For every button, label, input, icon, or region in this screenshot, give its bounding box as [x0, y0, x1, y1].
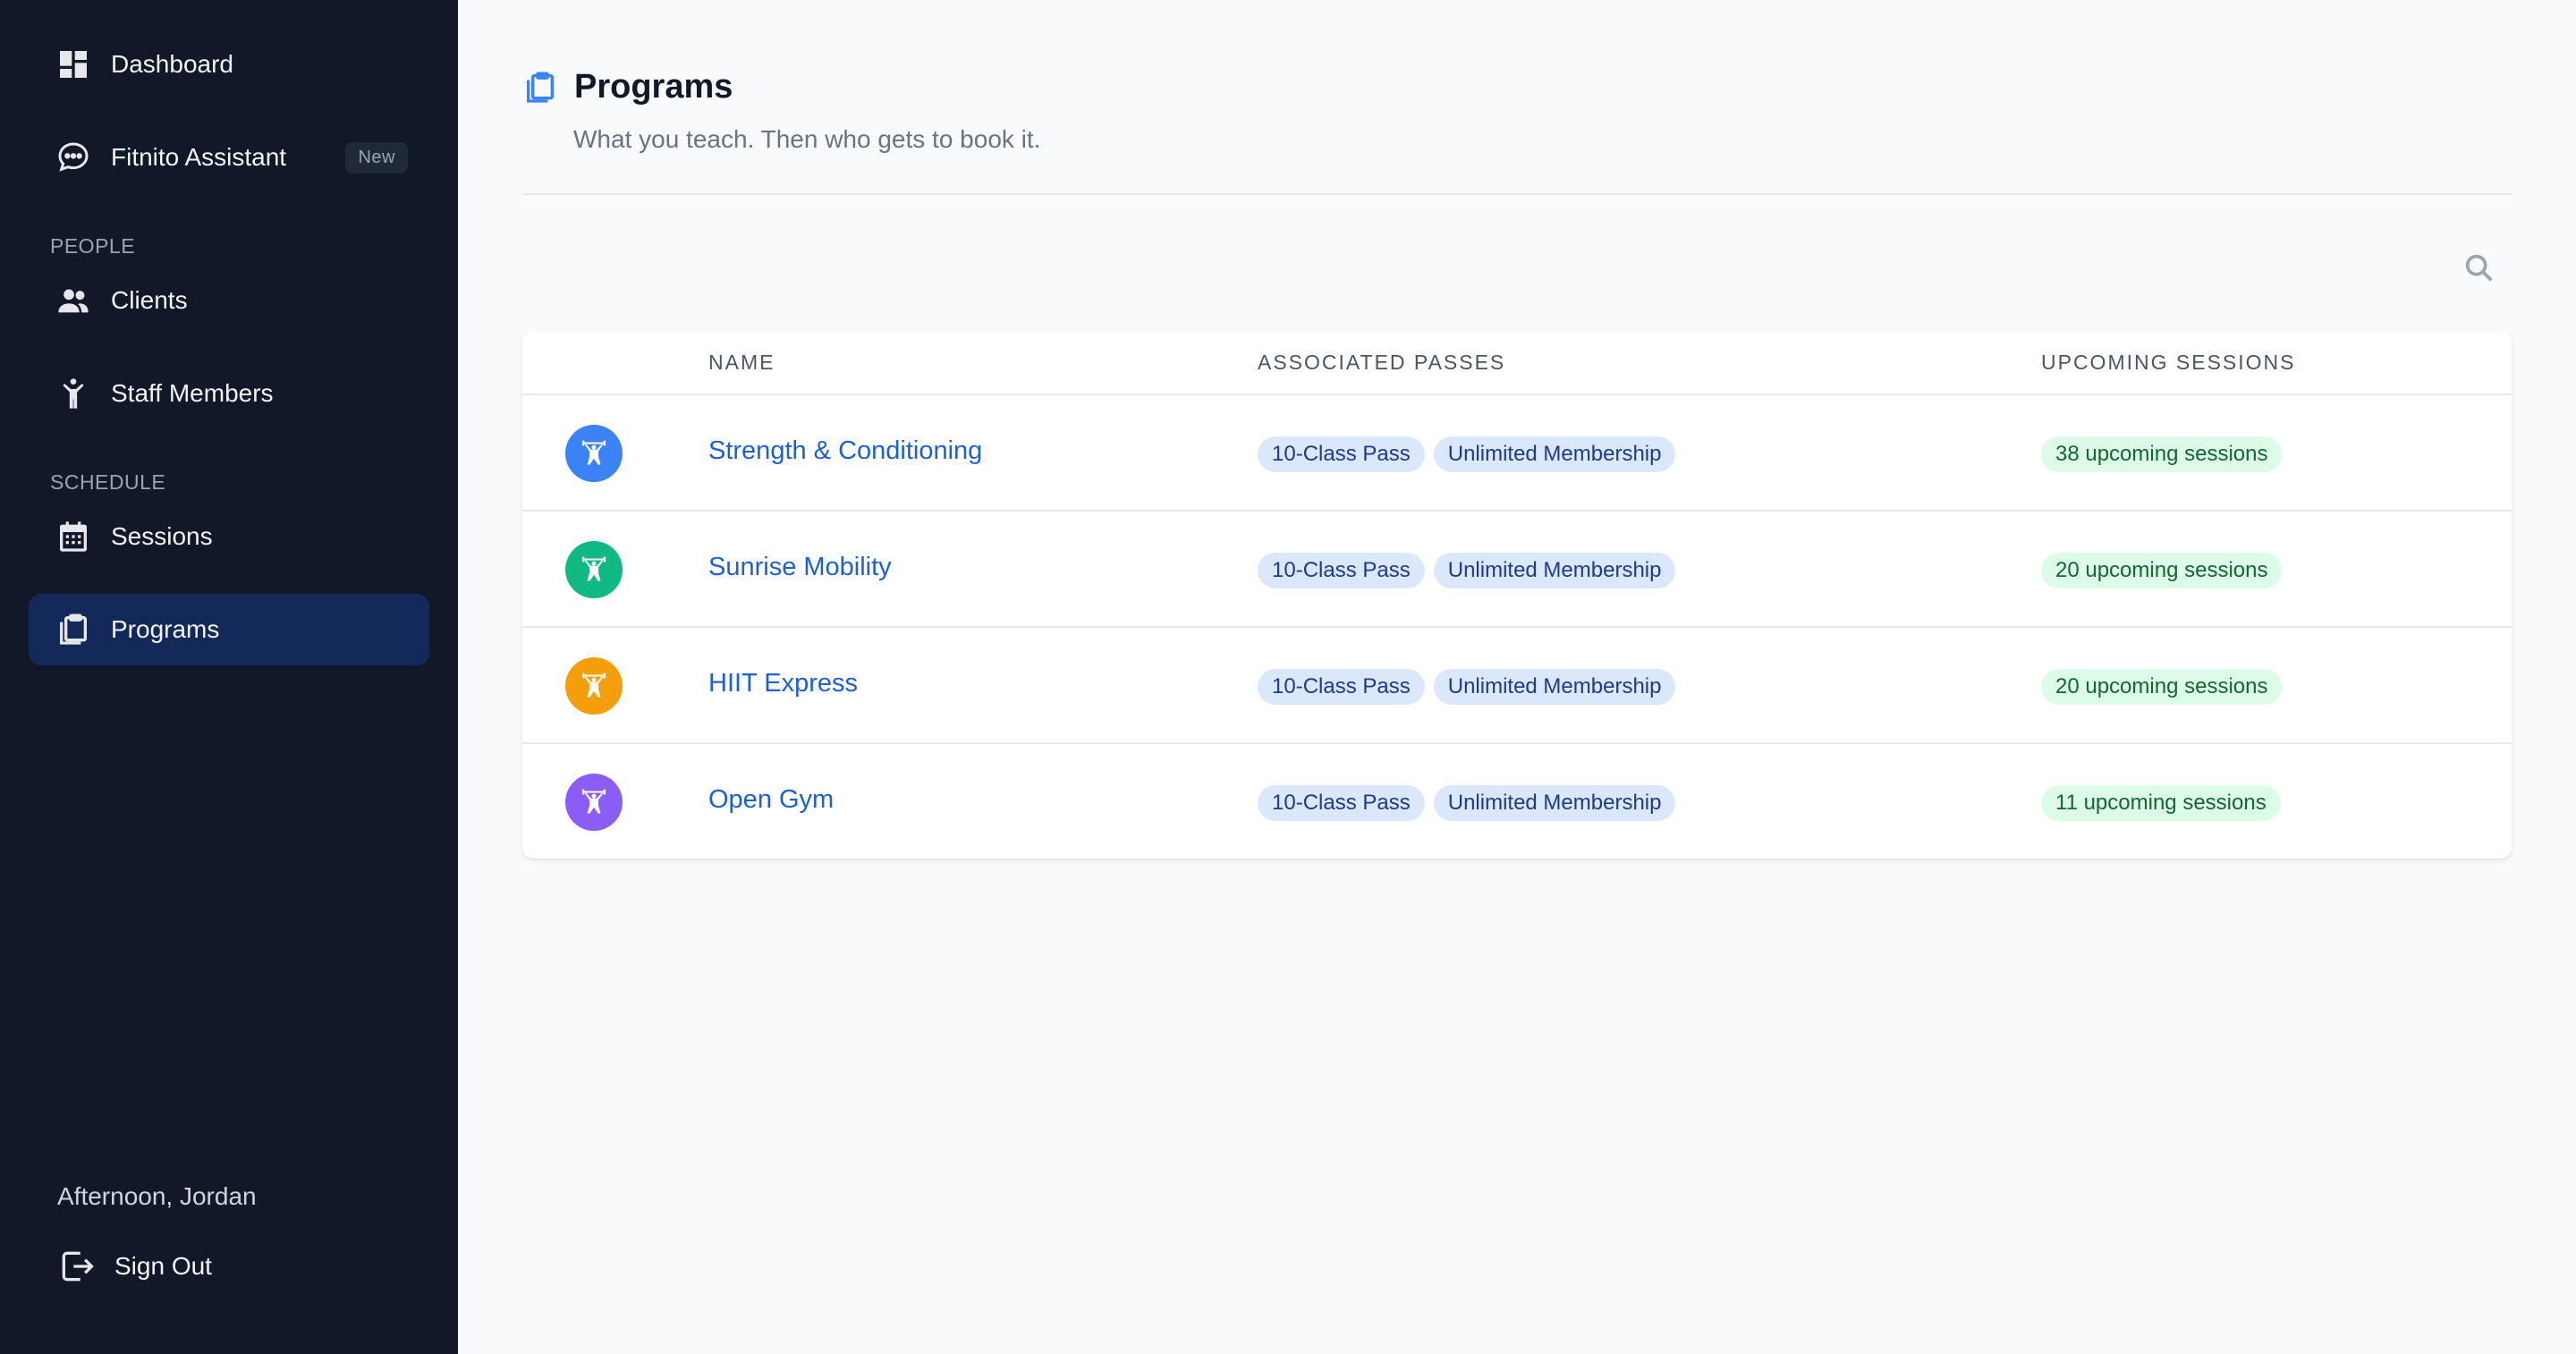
pass-pill[interactable]: 10-Class Pass — [1258, 553, 1425, 588]
clipboard-icon — [54, 610, 93, 649]
table-row[interactable]: Sunrise Mobility 10-Class Pass Unlimited … — [522, 512, 2512, 628]
sidebar-item-label: Fitnito Assistant — [111, 143, 287, 171]
sidebar-item-programs[interactable]: Programs — [29, 594, 429, 665]
table-row[interactable]: Open Gym 10-Class Pass Unlimited Membersh… — [522, 744, 2512, 859]
associated-passes: 10-Class Pass Unlimited Membership — [1258, 436, 1676, 472]
sidebar-item-dashboard[interactable]: Dashboard — [29, 29, 429, 100]
program-avatar — [565, 774, 623, 831]
program-name-link[interactable]: HIIT Express — [708, 669, 858, 698]
people-icon — [54, 281, 93, 320]
programs-table: NAME ASSOCIATED PASSES UPCOMING SESSIONS… — [522, 331, 2512, 859]
pass-pill[interactable]: Unlimited Membership — [1433, 436, 1676, 472]
column-header-passes: ASSOCIATED PASSES — [1258, 351, 1506, 374]
sidebar-item-clients[interactable]: Clients — [29, 265, 429, 336]
sidebar-item-label: Programs — [111, 615, 220, 643]
sign-out-button[interactable]: Sign Out — [57, 1247, 212, 1286]
program-name-link[interactable]: Strength & Conditioning — [708, 436, 982, 466]
person-standing-icon — [54, 374, 93, 413]
column-header-sessions: UPCOMING SESSIONS — [2041, 351, 2296, 374]
user-greeting: Afternoon, Jordan — [57, 1182, 257, 1210]
sidebar-item-label: Clients — [111, 286, 188, 314]
chat-bubble-icon — [54, 138, 93, 177]
new-badge: New — [345, 141, 408, 173]
sidebar-item-staff-members[interactable]: Staff Members — [29, 358, 429, 429]
program-avatar — [565, 657, 623, 715]
calendar-icon — [54, 517, 93, 556]
pass-pill[interactable]: Unlimited Membership — [1433, 553, 1676, 588]
program-avatar — [565, 425, 623, 482]
section-label-schedule: SCHEDULE — [50, 470, 166, 494]
sidebar-item-label: Staff Members — [111, 379, 274, 407]
sidebar: Dashboard Fitnito Assistant New PEOPLE C… — [0, 0, 458, 1354]
weightlifter-icon — [581, 440, 606, 465]
sign-out-icon — [62, 1251, 94, 1282]
sidebar-item-label: Sessions — [111, 522, 213, 550]
table-row[interactable]: Strength & Conditioning 10-Class Pass Unl… — [522, 395, 2512, 512]
upcoming-sessions-badge[interactable]: 11 upcoming sessions — [2041, 785, 2281, 821]
program-name-link[interactable]: Sunrise Mobility — [708, 553, 892, 582]
search-icon — [2465, 254, 2493, 282]
program-name-link[interactable]: Open Gym — [708, 785, 834, 815]
dashboard-icon — [54, 45, 93, 84]
table-header: NAME ASSOCIATED PASSES UPCOMING SESSIONS — [522, 331, 2512, 395]
associated-passes: 10-Class Pass Unlimited Membership — [1258, 553, 1676, 588]
weightlifter-icon — [581, 556, 606, 581]
search-button[interactable] — [2462, 250, 2501, 290]
pass-pill[interactable]: Unlimited Membership — [1433, 785, 1676, 821]
sidebar-item-assistant[interactable]: Fitnito Assistant New — [29, 122, 429, 193]
upcoming-sessions-badge[interactable]: 20 upcoming sessions — [2041, 669, 2283, 705]
weightlifter-icon — [581, 673, 606, 698]
table-row[interactable]: HIIT Express 10-Class Pass Unlimited Memb… — [522, 628, 2512, 744]
upcoming-sessions-badge[interactable]: 38 upcoming sessions — [2041, 436, 2283, 472]
column-header-name: NAME — [708, 351, 775, 374]
associated-passes: 10-Class Pass Unlimited Membership — [1258, 669, 1676, 705]
pass-pill[interactable]: 10-Class Pass — [1258, 785, 1425, 821]
associated-passes: 10-Class Pass Unlimited Membership — [1258, 785, 1676, 821]
upcoming-sessions-badge[interactable]: 20 upcoming sessions — [2041, 553, 2283, 588]
pass-pill[interactable]: Unlimited Membership — [1433, 669, 1676, 705]
section-label-people: PEOPLE — [50, 234, 136, 258]
program-avatar — [565, 541, 623, 598]
table-body: Strength & Conditioning 10-Class Pass Unl… — [522, 395, 2512, 859]
weightlifter-icon — [581, 789, 606, 814]
pass-pill[interactable]: 10-Class Pass — [1258, 669, 1425, 705]
sidebar-item-label: Dashboard — [111, 50, 233, 78]
sign-out-label: Sign Out — [114, 1252, 212, 1280]
sidebar-item-sessions[interactable]: Sessions — [29, 501, 429, 572]
pass-pill[interactable]: 10-Class Pass — [1258, 436, 1425, 472]
